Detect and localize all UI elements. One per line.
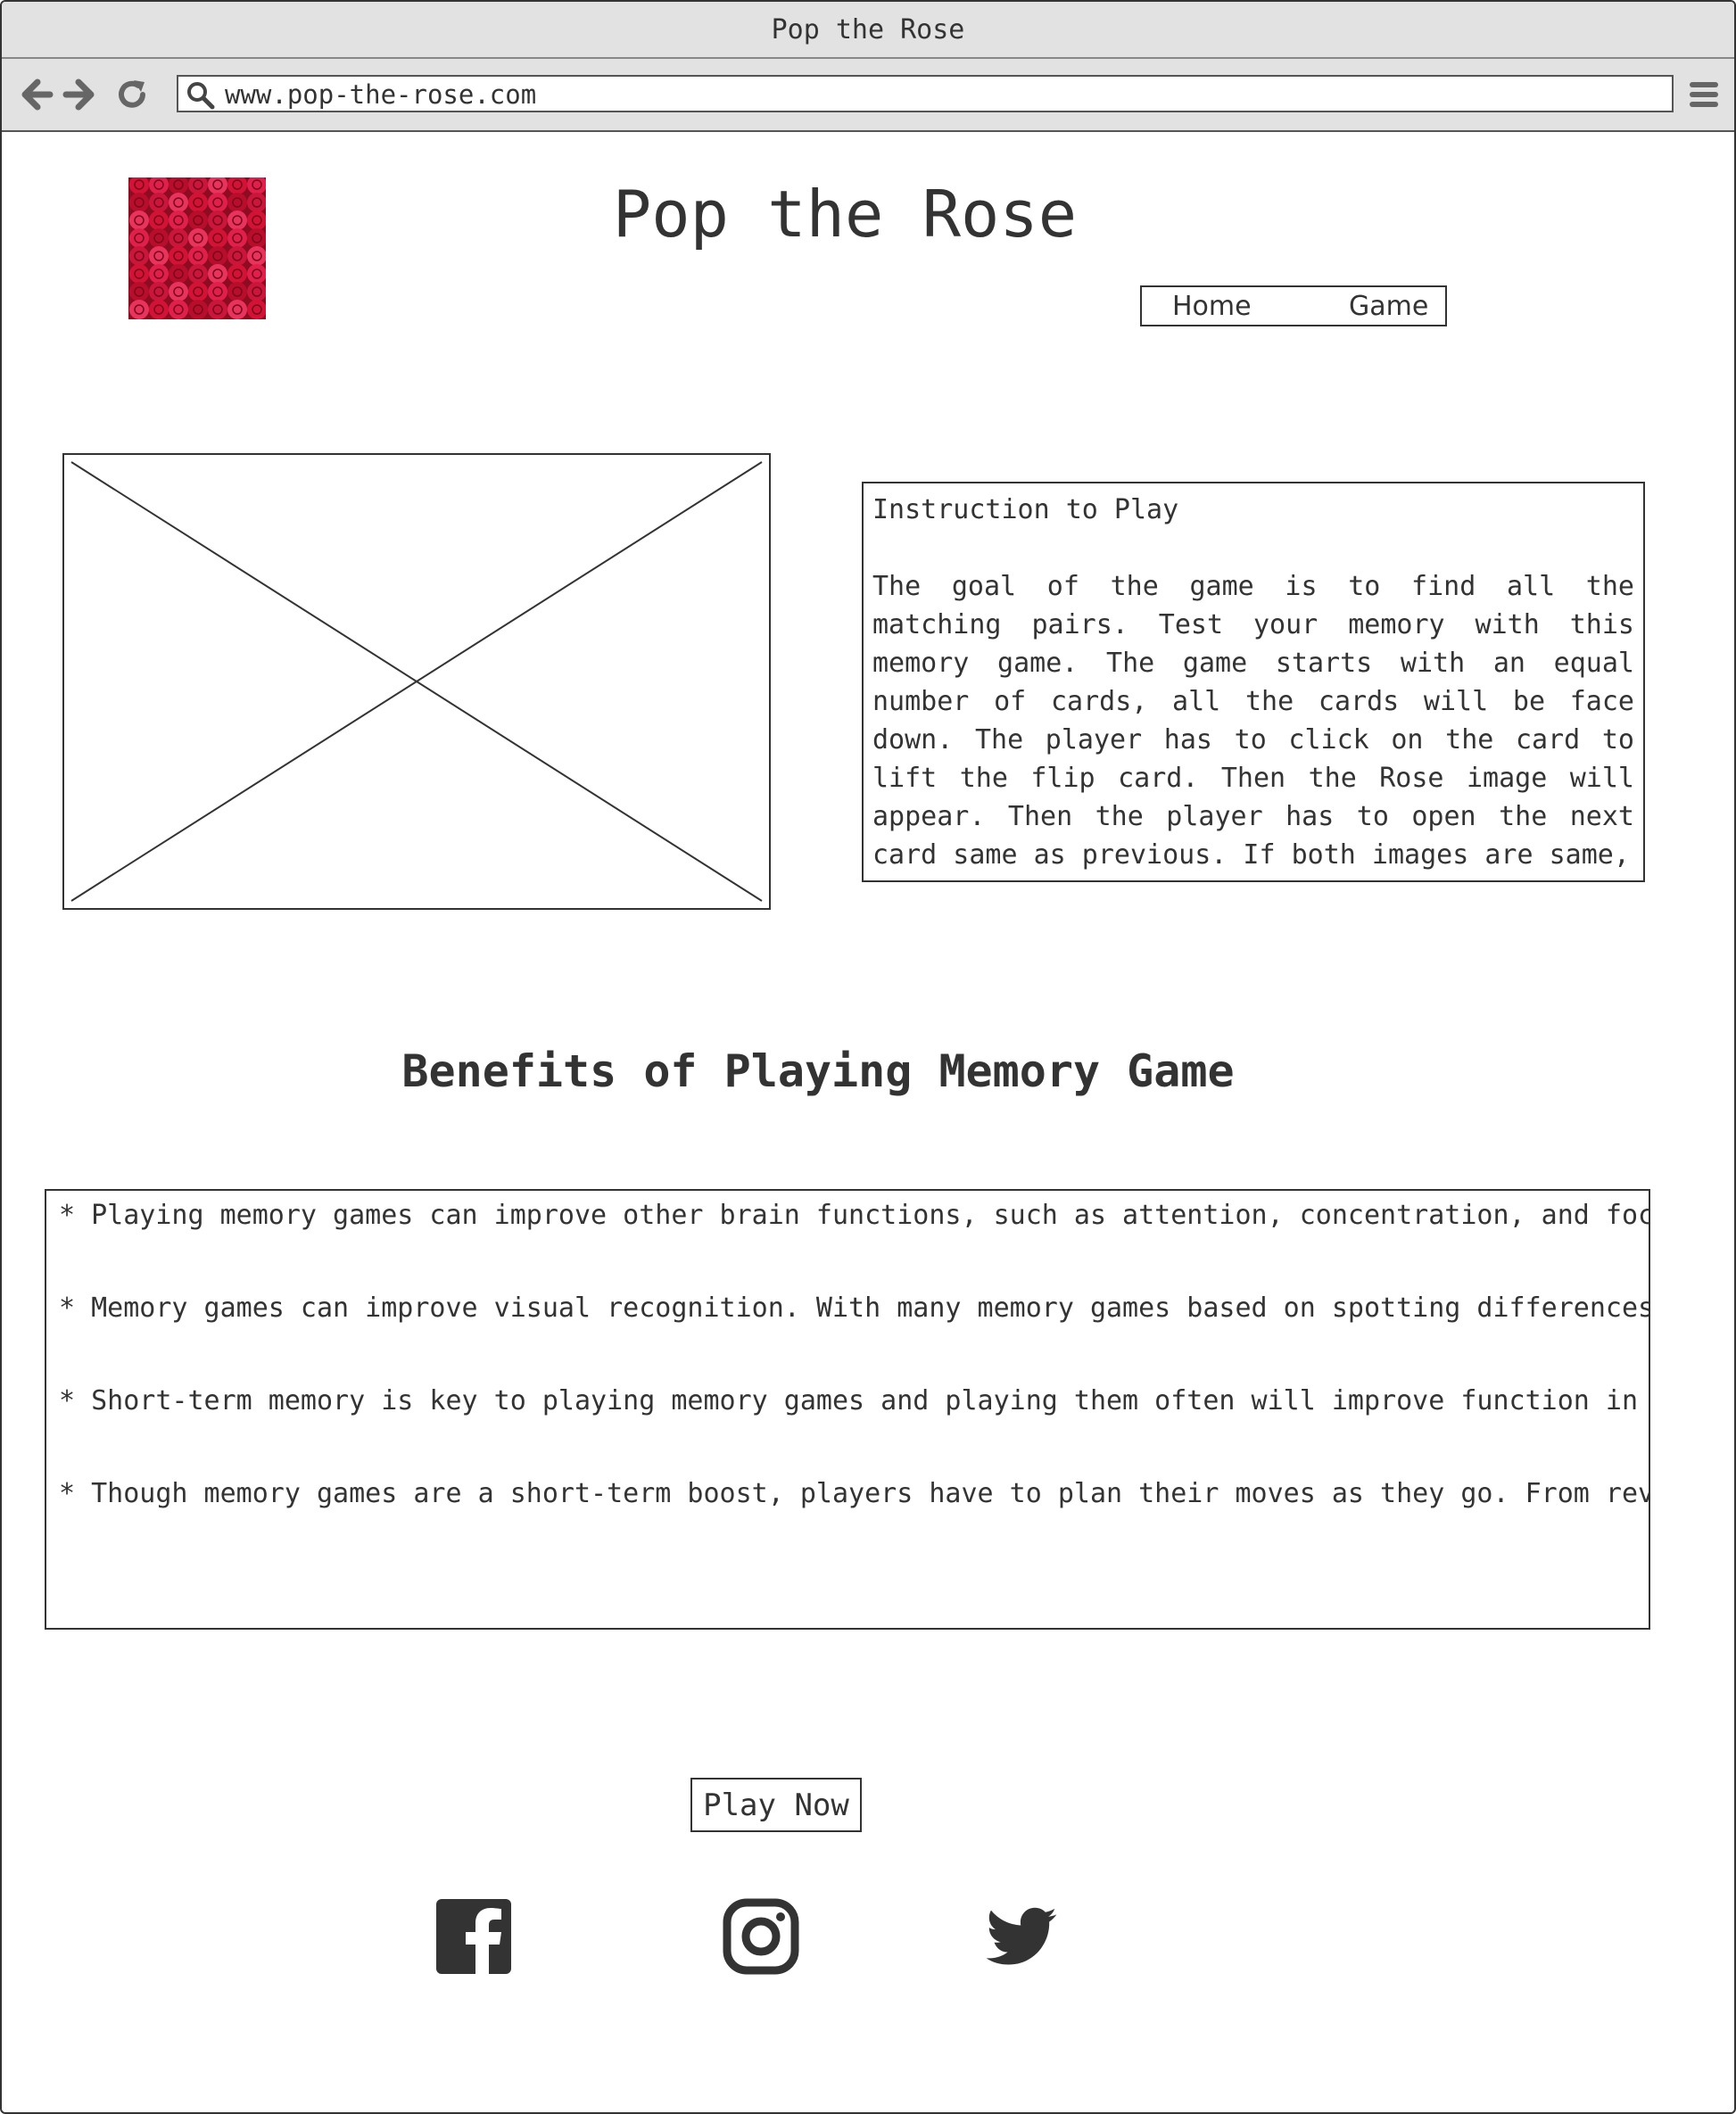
image-placeholder xyxy=(62,453,771,910)
benefit-item: * Short-term memory is key to playing me… xyxy=(59,1385,1639,1416)
benefit-item: * Though memory games are a short-term b… xyxy=(59,1478,1650,1509)
address-bar[interactable] xyxy=(177,75,1674,112)
url-input[interactable] xyxy=(225,78,1652,111)
benefits-list: * Playing memory games can improve other… xyxy=(45,1189,1650,1630)
instructions-heading: Instruction to Play xyxy=(872,494,1179,525)
window-title: Pop the Rose xyxy=(2,2,1734,59)
browser-window: Pop the Rose Pop the Rose Home Game xyxy=(0,0,1736,2114)
forward-arrow-icon[interactable] xyxy=(61,75,100,114)
benefits-title: Benefits of Playing Memory Game xyxy=(401,1045,1235,1097)
site-title: Pop the Rose xyxy=(612,177,1078,252)
play-now-button[interactable]: Play Now xyxy=(690,1778,862,1832)
benefit-item: * Memory games can improve visual recogn… xyxy=(59,1292,1650,1324)
instructions-body: The goal of the game is to find all the … xyxy=(872,571,1634,871)
reload-icon[interactable] xyxy=(112,75,152,114)
benefit-item: * Playing memory games can improve other… xyxy=(59,1200,1650,1231)
twitter-icon[interactable] xyxy=(983,1898,1060,1975)
rose-logo xyxy=(128,178,266,319)
back-arrow-icon[interactable] xyxy=(16,75,55,114)
hamburger-menu-icon[interactable] xyxy=(1688,78,1720,111)
instructions-box: Instruction to Play The goal of the game… xyxy=(862,482,1645,882)
search-icon xyxy=(187,82,215,110)
browser-toolbar xyxy=(2,59,1734,132)
nav-game-link[interactable]: Game xyxy=(1349,291,1428,322)
instagram-icon[interactable] xyxy=(723,1898,799,1975)
facebook-icon[interactable] xyxy=(435,1898,512,1975)
top-nav: Home Game xyxy=(1140,285,1447,326)
nav-home-link[interactable]: Home xyxy=(1172,291,1252,322)
